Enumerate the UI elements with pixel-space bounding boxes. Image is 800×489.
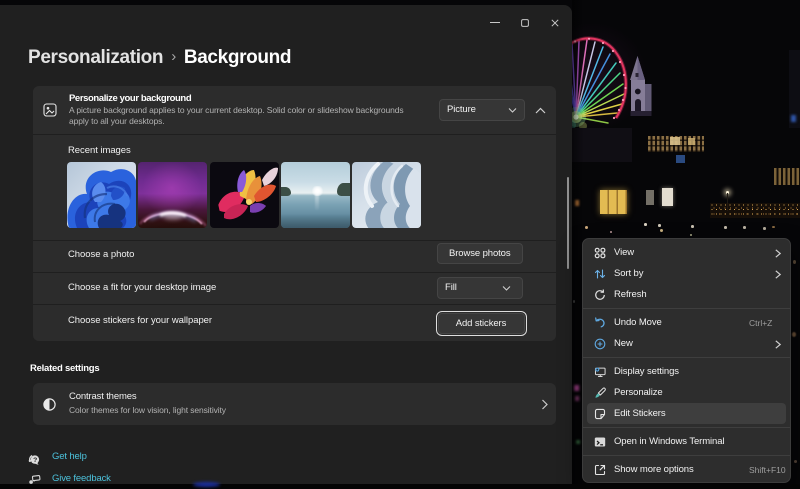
- svg-text:?: ?: [33, 457, 37, 464]
